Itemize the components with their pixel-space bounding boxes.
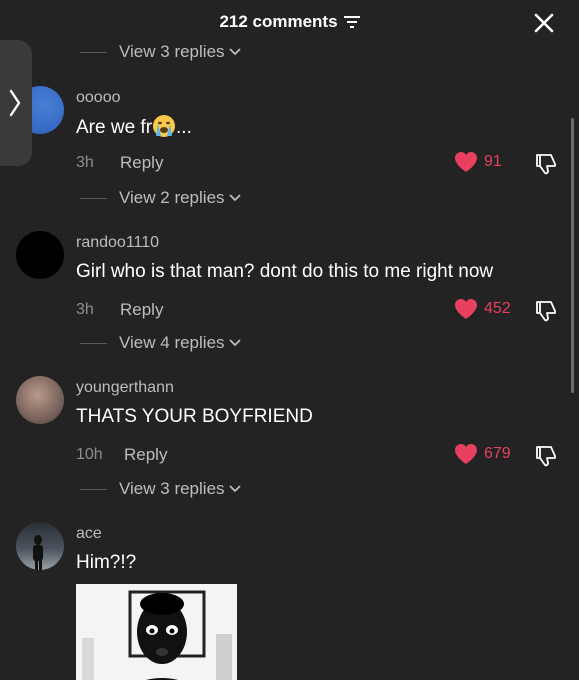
chevron-down-icon: [228, 485, 241, 493]
comment-text: Him?!?: [76, 552, 137, 573]
reply-button[interactable]: Reply: [120, 153, 163, 173]
chevron-down-icon: [228, 48, 241, 56]
comment-time: 3h: [76, 301, 94, 318]
comments-panel: 212 comments View 3 replies ooooo Are we…: [0, 0, 579, 680]
avatar[interactable]: [16, 522, 64, 570]
like-button[interactable]: 452: [454, 298, 511, 320]
like-button[interactable]: 679: [454, 443, 511, 465]
person-silhouette-icon: [33, 535, 43, 570]
comment-username[interactable]: randoo1110: [76, 234, 159, 252]
view-replies-link[interactable]: View 3 replies: [80, 42, 241, 62]
heart-icon: [455, 444, 477, 464]
chevron-down-icon: [228, 194, 241, 202]
reply-button[interactable]: Reply: [120, 300, 163, 320]
replies-divider: [80, 51, 107, 53]
like-count: 452: [484, 300, 511, 317]
replies-divider: [80, 342, 107, 344]
filter-icon[interactable]: [343, 15, 360, 29]
comments-title[interactable]: 212 comments: [0, 12, 579, 32]
comment-ellipsis: ...: [176, 117, 192, 138]
heart-icon: [455, 152, 477, 172]
view-replies-label: View 3 replies: [119, 479, 225, 498]
crying-face-emoji-icon: [153, 115, 176, 137]
comment-body: Are we fr: [76, 117, 153, 138]
comment-time: 10h: [76, 446, 103, 463]
dislike-icon[interactable]: [534, 299, 558, 323]
close-icon[interactable]: [533, 12, 555, 34]
comment-username[interactable]: youngerthann: [76, 379, 174, 397]
view-replies-label: View 3 replies: [119, 42, 225, 61]
replies-divider: [80, 197, 107, 199]
comment-time: 3h: [76, 154, 94, 171]
comments-header: 212 comments: [0, 0, 579, 44]
dislike-icon[interactable]: [534, 152, 558, 176]
attached-photo: [76, 584, 237, 680]
like-count: 679: [484, 445, 511, 462]
view-replies-link[interactable]: View 2 replies: [80, 188, 241, 208]
side-panel-tab[interactable]: [0, 40, 32, 166]
like-button[interactable]: 91: [454, 151, 502, 173]
comments-count-label: 212 comments: [219, 12, 338, 31]
replies-divider: [80, 488, 107, 490]
view-replies-label: View 2 replies: [119, 188, 225, 207]
comment-text: Are we fr ...: [76, 114, 192, 139]
chevron-down-icon: [228, 339, 241, 347]
scrollbar[interactable]: [571, 118, 574, 393]
view-replies-link[interactable]: View 4 replies: [80, 333, 241, 353]
comment-username[interactable]: ace: [76, 525, 102, 543]
avatar[interactable]: [16, 231, 64, 279]
reply-button[interactable]: Reply: [124, 445, 167, 465]
view-replies-link[interactable]: View 3 replies: [80, 479, 241, 499]
view-replies-label: View 4 replies: [119, 333, 225, 352]
avatar[interactable]: [16, 376, 64, 424]
dislike-icon[interactable]: [534, 444, 558, 468]
comment-username[interactable]: ooooo: [76, 89, 121, 107]
chevron-right-icon: [9, 89, 21, 117]
like-count: 91: [484, 153, 502, 170]
comment-text: THATS YOUR BOYFRIEND: [76, 406, 313, 427]
comment-image-attachment[interactable]: [76, 584, 237, 680]
heart-icon: [455, 299, 477, 319]
comment-text: Girl who is that man? dont do this to me…: [76, 261, 494, 282]
